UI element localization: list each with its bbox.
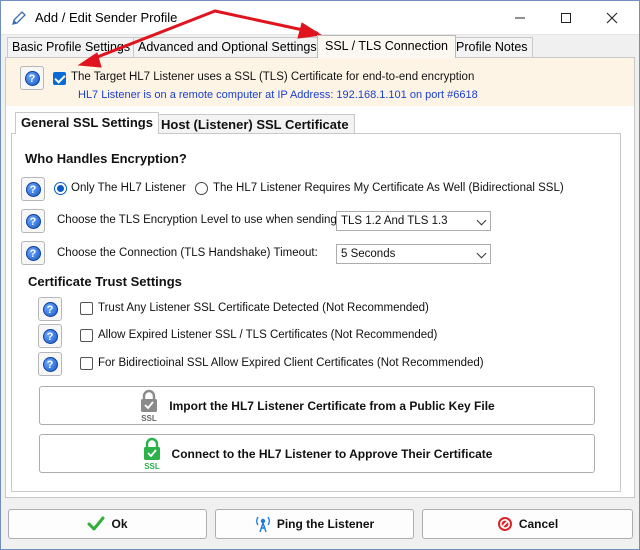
help-button[interactable]: ? (21, 177, 45, 201)
import-certificate-label: Import the HL7 Listener Certificate from… (169, 398, 495, 413)
maximize-button[interactable] (543, 1, 589, 34)
only-listener-label: Only The HL7 Listener (71, 182, 186, 194)
pencil-icon (12, 11, 26, 25)
tab-general-ssl-settings[interactable]: General SSL Settings (15, 112, 159, 134)
trust-any-checkbox[interactable] (80, 302, 93, 315)
close-button[interactable] (589, 1, 635, 34)
use-ssl-checkbox[interactable] (53, 72, 66, 85)
allow-expired-listener-label: Allow Expired Listener SSL / TLS Certifi… (98, 329, 438, 341)
title-bar: Add / Edit Sender Profile (1, 1, 639, 35)
cancel-label: Cancel (518, 517, 559, 531)
encryption-heading: Who Handles Encryption? (25, 151, 187, 166)
help-button[interactable]: ? (38, 352, 62, 376)
help-button[interactable]: ? (20, 66, 44, 90)
ssl-tab-panel: ? The Target HL7 Listener uses a SSL (TL… (5, 57, 635, 498)
ssl-banner: ? The Target HL7 Listener uses a SSL (TL… (6, 58, 634, 106)
close-icon (606, 12, 618, 23)
help-icon: ? (25, 213, 41, 229)
trust-heading: Certificate Trust Settings (28, 274, 182, 289)
help-button[interactable]: ? (21, 209, 45, 233)
lock-caption: SSL (142, 414, 158, 423)
green-lock-icon: SSL (143, 437, 160, 471)
ok-button[interactable]: Ok (8, 509, 207, 539)
help-button[interactable]: ? (21, 241, 45, 265)
use-ssl-label: The Target HL7 Listener uses a SSL (TLS)… (71, 71, 475, 83)
tab-ssl-tls-connection[interactable]: SSL / TLS Connection (317, 35, 456, 58)
allow-expired-listener-checkbox[interactable] (80, 329, 93, 342)
listener-address-info: HL7 Listener is on a remote computer at … (78, 89, 478, 101)
tab-profile-notes[interactable]: Profile Notes (451, 37, 533, 57)
cancel-button[interactable]: Cancel (422, 509, 633, 539)
tab-host-ssl-certificate[interactable]: Host (Listener) SSL Certificate (155, 114, 355, 134)
checkmark-icon (87, 516, 105, 531)
help-icon: ? (42, 328, 58, 344)
window-title: Add / Edit Sender Profile (35, 10, 178, 25)
timeout-value: 5 Seconds (341, 248, 396, 260)
tab-basic-profile-settings[interactable]: Basic Profile Settings (7, 37, 136, 57)
minimize-button[interactable] (497, 1, 543, 34)
ping-icon (255, 516, 270, 533)
tls-level-select[interactable]: TLS 1.2 And TLS 1.3 (336, 211, 491, 231)
chevron-down-icon (476, 215, 487, 226)
tls-level-label: Choose the TLS Encryption Level to use w… (57, 214, 340, 226)
help-icon: ? (42, 301, 58, 317)
cancel-icon (497, 517, 512, 531)
trust-any-label: Trust Any Listener SSL Certificate Detec… (98, 302, 429, 314)
help-button[interactable]: ? (38, 324, 62, 348)
allow-expired-client-label: For Bidirectioinal SSL Allow Expired Cli… (98, 357, 484, 369)
timeout-label: Choose the Connection (TLS Handshake) Ti… (57, 247, 318, 259)
ping-label: Ping the Listener (276, 517, 375, 531)
profile-tabs: Basic Profile Settings Advanced and Opti… (5, 35, 635, 58)
general-ssl-panel: Who Handles Encryption? ? Only The HL7 L… (11, 133, 621, 492)
ping-listener-button[interactable]: Ping the Listener (215, 509, 414, 539)
lock-caption: SSL (144, 462, 160, 471)
chevron-down-icon (476, 248, 487, 259)
ok-label: Ok (111, 517, 128, 531)
tls-level-value: TLS 1.2 And TLS 1.3 (341, 215, 448, 227)
connect-approve-button[interactable]: SSL Connect to the HL7 Listener to Appro… (39, 434, 595, 473)
only-listener-radio[interactable] (54, 182, 67, 195)
maximize-icon (561, 12, 571, 23)
help-icon: ? (25, 181, 41, 197)
help-icon: ? (42, 356, 58, 372)
allow-expired-client-checkbox[interactable] (80, 357, 93, 370)
minimize-icon (515, 17, 525, 18)
help-icon: ? (25, 245, 41, 261)
help-button[interactable]: ? (38, 297, 62, 321)
tab-advanced-settings[interactable]: Advanced and Optional Settings (133, 37, 322, 57)
gray-lock-icon: SSL (141, 389, 158, 423)
bidirectional-label: The HL7 Listener Requires My Certificate… (213, 182, 564, 194)
timeout-select[interactable]: 5 Seconds (336, 244, 491, 264)
bidirectional-radio[interactable] (195, 182, 208, 195)
dialog-window: Add / Edit Sender Profile Basic Profile … (0, 0, 640, 550)
help-icon: ? (24, 70, 40, 86)
import-certificate-button[interactable]: SSL Import the HL7 Listener Certificate … (39, 386, 595, 425)
connect-approve-label: Connect to the HL7 Listener to Approve T… (171, 446, 493, 461)
